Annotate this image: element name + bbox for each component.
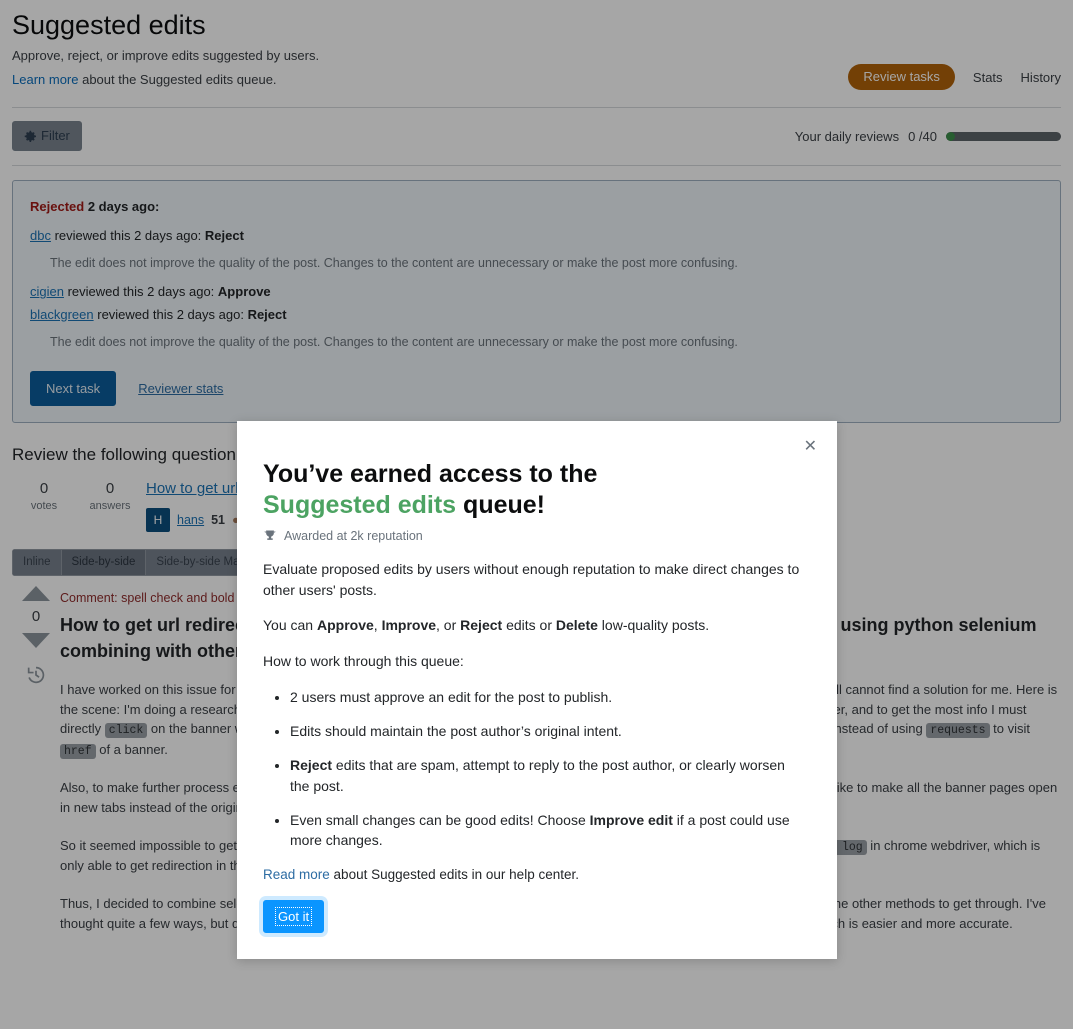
daily-reviews-label: Your daily reviews (794, 128, 900, 144)
code-span: click (104, 723, 148, 739)
reviewer-link[interactable]: cigien (30, 284, 64, 299)
list-item: 2 users must approve an edit for the pos… (290, 687, 807, 707)
modal-read-more: Read more about Suggested edits in our h… (263, 867, 807, 882)
earned-access-modal: ✕ You’ve earned access to the Suggested … (237, 421, 837, 959)
answers-stat: 0 answers (86, 479, 134, 532)
review-history-panel: Rejected 2 days ago: dbc reviewed this 2… (12, 180, 1061, 424)
nav-stats[interactable]: Stats (973, 70, 1003, 85)
avatar: H (146, 508, 170, 533)
question-stats: 0 votes 0 answers (12, 479, 146, 532)
reviewer-outcome: Reject (204, 227, 244, 243)
panel-actions: Next task Reviewer stats (30, 371, 1043, 407)
filter-button[interactable]: Filter (12, 121, 82, 152)
list-item: Reject edits that are spam, attempt to r… (290, 755, 807, 796)
page-header: Suggested edits Approve, reject, or impr… (12, 0, 1061, 109)
list-item: Edits should maintain the post author’s … (290, 721, 807, 741)
answers-count: 0 (105, 480, 115, 498)
toolbar-divider (12, 165, 1061, 167)
actions-mid: edits or (502, 617, 556, 634)
filter-toolbar: Filter Your daily reviews 0 /40 (12, 108, 1061, 165)
downvote-arrow-icon[interactable] (22, 633, 50, 649)
got-it-label: Got it (274, 906, 313, 926)
reviewer-outcome: Reject (247, 306, 287, 322)
list-item: Even small changes can be good edits! Ch… (290, 810, 807, 851)
review-entry: blackgreen reviewed this 2 days ago: Rej… (30, 305, 1043, 325)
votes-label: votes (30, 500, 58, 513)
got-it-button[interactable]: Got it (263, 899, 325, 933)
votes-stat: 0 votes (20, 479, 68, 532)
read-more-rest: about Suggested edits in our help center… (329, 866, 579, 882)
actions-sep1: , (373, 617, 382, 634)
modal-intro: Evaluate proposed edits by users without… (263, 561, 800, 598)
actions-lead: You can (263, 617, 317, 634)
code-span: requests (926, 723, 990, 739)
actions-tail: low-quality posts. (597, 617, 710, 634)
header-divider (12, 107, 1061, 109)
modal-title: You’ve earned access to the Suggested ed… (263, 459, 807, 521)
author-link[interactable]: hans (177, 513, 204, 527)
modal-title-part2: queue! (463, 491, 545, 519)
close-icon[interactable]: ✕ (800, 435, 821, 459)
bullet-text: edits that are spam, attempt to reply to… (290, 757, 785, 794)
code-span: href (60, 743, 96, 759)
modal-award-text: Awarded at 2k reputation (284, 529, 423, 543)
author-reputation: 51 (211, 513, 226, 528)
read-more-link[interactable]: Read more (263, 867, 330, 882)
trophy-icon (264, 530, 276, 540)
page-title: Suggested edits (12, 10, 206, 40)
gear-icon (24, 130, 36, 142)
nav-review-tasks[interactable]: Review tasks (848, 64, 955, 90)
action-improve: Improve (381, 617, 437, 634)
bullet-bold-improve-edit: Improve edit (589, 812, 673, 829)
action-approve: Approve (316, 617, 374, 634)
header-nav: Review tasks Stats History (848, 64, 1061, 90)
modal-title-part1: You’ve earned access to the (263, 460, 598, 488)
daily-progress-fill (946, 131, 955, 141)
modal-award-line: Awarded at 2k reputation (263, 529, 807, 543)
review-entry: cigien reviewed this 2 days ago: Approve (30, 282, 1043, 302)
reviewer-note: The edit does not improve the quality of… (50, 255, 738, 270)
reviewer-note: The edit does not improve the quality of… (50, 334, 738, 349)
reviewer-link[interactable]: blackgreen (30, 307, 94, 322)
modal-actions-line: You can Approve, Improve, or Reject edit… (263, 615, 807, 636)
review-entry: dbc reviewed this 2 days ago: Reject (30, 226, 1043, 246)
tab-side-by-side[interactable]: Side-by-side (60, 549, 146, 577)
content-wrap: Suggested edits Approve, reject, or impr… (0, 0, 1073, 167)
modal-title-highlight: Suggested edits (263, 491, 457, 519)
action-reject: Reject (460, 617, 503, 634)
vote-gutter: 0 (12, 576, 60, 951)
reviewer-action-text: reviewed this 2 days ago: (97, 306, 244, 322)
learn-more-link[interactable]: Learn more (12, 72, 78, 87)
nav-history[interactable]: History (1021, 70, 1061, 85)
next-task-button[interactable]: Next task (30, 371, 117, 407)
tab-inline[interactable]: Inline (12, 549, 61, 577)
reviewer-action-text: reviewed this 2 days ago: (67, 284, 215, 300)
daily-reviews-count: 0 /40 (908, 128, 937, 144)
reviewer-outcome: Approve (217, 284, 271, 300)
modal-howto-heading: How to work through this queue: (263, 653, 464, 670)
reviewer-link[interactable]: dbc (30, 228, 51, 243)
learn-more-rest: about the Suggested edits queue. (78, 72, 277, 88)
modal-bullet-list: 2 users must approve an edit for the pos… (263, 687, 807, 851)
review-status-line: Rejected 2 days ago: (30, 197, 1043, 217)
votes-count: 0 (39, 480, 49, 498)
review-status: Rejected (30, 199, 85, 215)
history-icon[interactable] (25, 664, 47, 686)
review-status-time: 2 days ago: (87, 199, 160, 215)
daily-reviews: Your daily reviews 0 /40 (795, 129, 1061, 144)
actions-sep2: , or (436, 617, 461, 634)
reviewer-action-text: reviewed this 2 days ago: (54, 227, 202, 243)
page-subtitle: Approve, reject, or improve edits sugges… (12, 48, 320, 64)
action-delete: Delete (555, 617, 598, 634)
reviewer-stats-link[interactable]: Reviewer stats (138, 381, 223, 396)
upvote-arrow-icon[interactable] (22, 586, 50, 602)
daily-progress-bar (946, 131, 1061, 141)
score-value: 0 (31, 608, 41, 626)
filter-label: Filter (41, 128, 70, 144)
bullet-bold-reject: Reject (290, 757, 333, 774)
answers-label: answers (89, 500, 131, 513)
